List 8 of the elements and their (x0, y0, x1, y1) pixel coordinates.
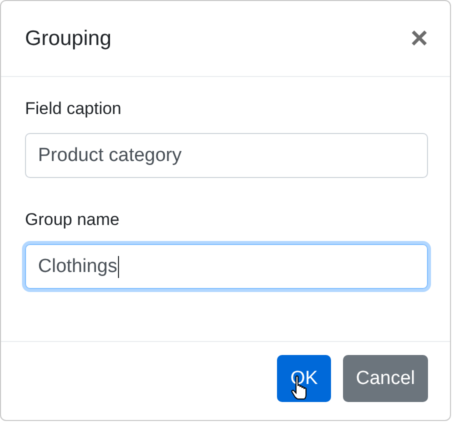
input-field[interactable]: Product category (25, 133, 428, 178)
field-label: Group name (25, 210, 120, 230)
dialog-title: Grouping (25, 26, 112, 50)
input-field[interactable]: Clothings (25, 244, 428, 289)
ok-button[interactable]: OK (277, 355, 331, 402)
field-label: Field caption (25, 99, 122, 119)
close-button[interactable]: × (410, 24, 428, 54)
cancel-button[interactable]: Cancel (342, 355, 428, 402)
